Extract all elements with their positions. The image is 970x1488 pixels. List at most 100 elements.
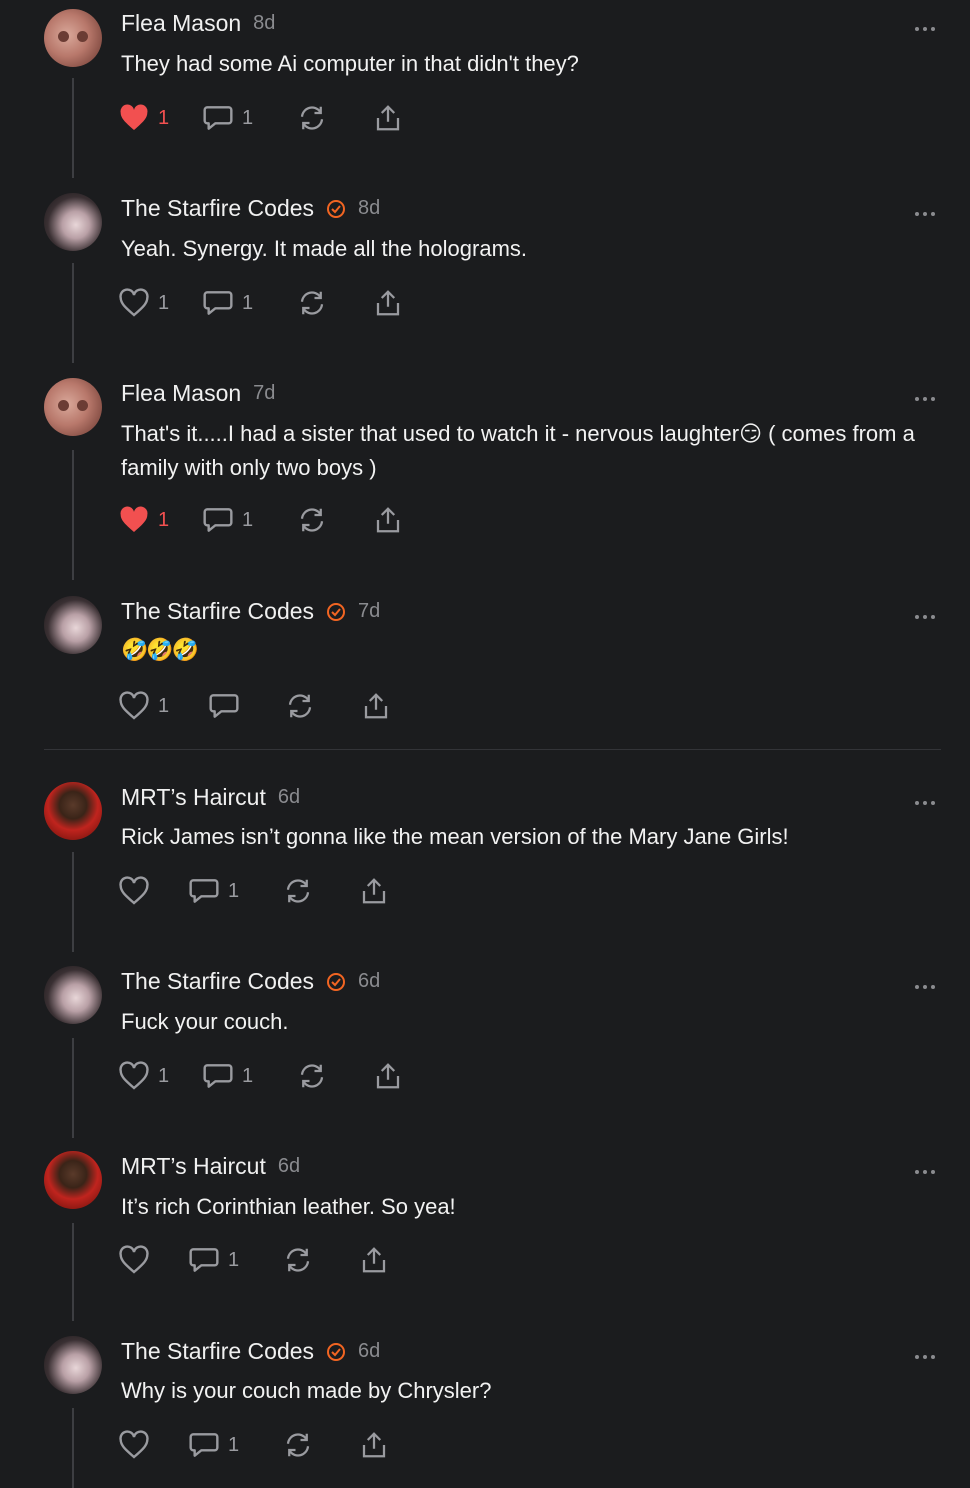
author-name[interactable]: The Starfire Codes	[121, 195, 314, 222]
restack-icon	[300, 1064, 324, 1088]
author-name[interactable]: MRT’s Haircut	[121, 1153, 266, 1180]
like-button[interactable]	[118, 1244, 150, 1276]
thread-line	[72, 1408, 74, 1488]
author-name[interactable]: The Starfire Codes	[121, 1338, 314, 1365]
more-options-icon[interactable]	[913, 205, 937, 216]
comment-header: MRT’s Haircut 6d	[121, 1153, 300, 1180]
reply-button[interactable]: 1	[188, 1244, 239, 1276]
reply-button[interactable]: 1	[202, 102, 253, 134]
like-button[interactable]: 1	[118, 504, 169, 536]
restack-button[interactable]	[296, 1060, 328, 1092]
like-count: 1	[158, 291, 170, 314]
author-name[interactable]: Flea Mason	[121, 380, 241, 407]
comment-text: It’s rich Corinthian leather. So yea!	[121, 1194, 456, 1219]
avatar[interactable]	[44, 378, 102, 436]
comment-header: MRT’s Haircut 6d	[121, 784, 300, 811]
reply-button[interactable]: 1	[188, 875, 239, 907]
author-name[interactable]: MRT’s Haircut	[121, 784, 266, 811]
restack-button[interactable]	[296, 102, 328, 134]
comment-text: Yeah. Synergy. It made all the holograms…	[121, 236, 528, 261]
like-button[interactable]: 1	[118, 690, 169, 722]
heart-icon	[119, 691, 149, 720]
comment-icon	[203, 106, 233, 130]
comment-icon	[189, 1248, 219, 1272]
restack-button[interactable]	[282, 875, 314, 907]
share-button[interactable]	[372, 102, 404, 134]
avatar[interactable]	[44, 1151, 102, 1209]
comment-text: That's it.....I had a sister that used t…	[121, 421, 915, 480]
more-options-icon[interactable]	[913, 390, 937, 401]
reply-button[interactable]	[208, 690, 240, 722]
more-options-icon[interactable]	[913, 1348, 937, 1359]
share-button[interactable]	[358, 875, 390, 907]
restack-icon	[300, 291, 324, 315]
share-button[interactable]	[360, 690, 392, 722]
like-button[interactable]: 1	[118, 1060, 169, 1092]
restack-icon	[300, 106, 324, 130]
comment-header: The Starfire Codes 8d	[121, 195, 380, 222]
like-button[interactable]	[118, 1429, 150, 1461]
thread-line	[72, 852, 74, 952]
reply-button[interactable]: 1	[202, 504, 253, 536]
heart-icon	[120, 104, 148, 130]
thread-line	[72, 263, 74, 363]
timestamp: 6d	[277, 1155, 301, 1177]
thread-line	[72, 1223, 74, 1321]
like-button[interactable]	[118, 875, 150, 907]
heart-icon	[120, 506, 148, 532]
avatar[interactable]	[44, 193, 102, 251]
timestamp: 7d	[358, 600, 381, 622]
author-name[interactable]: The Starfire Codes	[121, 598, 314, 625]
like-button[interactable]: 1	[118, 287, 169, 319]
comment-text: Why is your couch made by Chrysler?	[121, 1378, 492, 1403]
heart-icon	[119, 876, 149, 905]
share-icon	[362, 878, 386, 904]
share-icon	[362, 1432, 386, 1458]
share-icon	[376, 507, 400, 533]
comment-icon	[203, 508, 233, 532]
reply-count: 1	[242, 1064, 254, 1087]
share-button[interactable]	[372, 287, 404, 319]
thread-line	[72, 450, 74, 580]
more-options-icon[interactable]	[913, 20, 937, 31]
restack-button[interactable]	[296, 287, 328, 319]
more-options-icon[interactable]	[913, 1163, 937, 1174]
share-button[interactable]	[358, 1244, 390, 1276]
share-icon	[376, 1063, 400, 1089]
reply-button[interactable]: 1	[188, 1429, 239, 1461]
timestamp: 6d	[358, 970, 381, 992]
more-options-icon[interactable]	[913, 794, 937, 805]
restack-button[interactable]	[282, 1244, 314, 1276]
share-button[interactable]	[372, 1060, 404, 1092]
like-count: 1	[158, 106, 170, 129]
like-count: 1	[158, 1064, 170, 1087]
reply-count: 1	[242, 508, 254, 531]
avatar[interactable]	[44, 596, 102, 654]
restack-icon	[300, 508, 324, 532]
comment-text: 🤣🤣🤣	[121, 637, 199, 662]
verified-check-icon	[327, 972, 346, 991]
share-button[interactable]	[372, 504, 404, 536]
comment-text: They had some Ai computer in that didn't…	[121, 51, 579, 76]
reply-count: 1	[228, 1248, 240, 1271]
restack-button[interactable]	[282, 1429, 314, 1461]
share-button[interactable]	[358, 1429, 390, 1461]
author-name[interactable]: Flea Mason	[121, 10, 241, 37]
avatar[interactable]	[44, 1336, 102, 1394]
more-options-icon[interactable]	[913, 978, 937, 989]
avatar[interactable]	[44, 782, 102, 840]
reply-button[interactable]: 1	[202, 1060, 253, 1092]
author-name[interactable]: The Starfire Codes	[121, 968, 314, 995]
avatar[interactable]	[44, 9, 102, 67]
share-icon	[376, 290, 400, 316]
timestamp: 8d	[358, 197, 381, 219]
timestamp: 6d	[277, 786, 301, 808]
like-count: 1	[158, 694, 170, 717]
more-options-icon[interactable]	[913, 608, 937, 619]
like-button[interactable]: 1	[118, 102, 169, 134]
reply-button[interactable]: 1	[202, 287, 253, 319]
restack-button[interactable]	[284, 690, 316, 722]
avatar[interactable]	[44, 966, 102, 1024]
verified-check-icon	[327, 602, 346, 621]
restack-button[interactable]	[296, 504, 328, 536]
